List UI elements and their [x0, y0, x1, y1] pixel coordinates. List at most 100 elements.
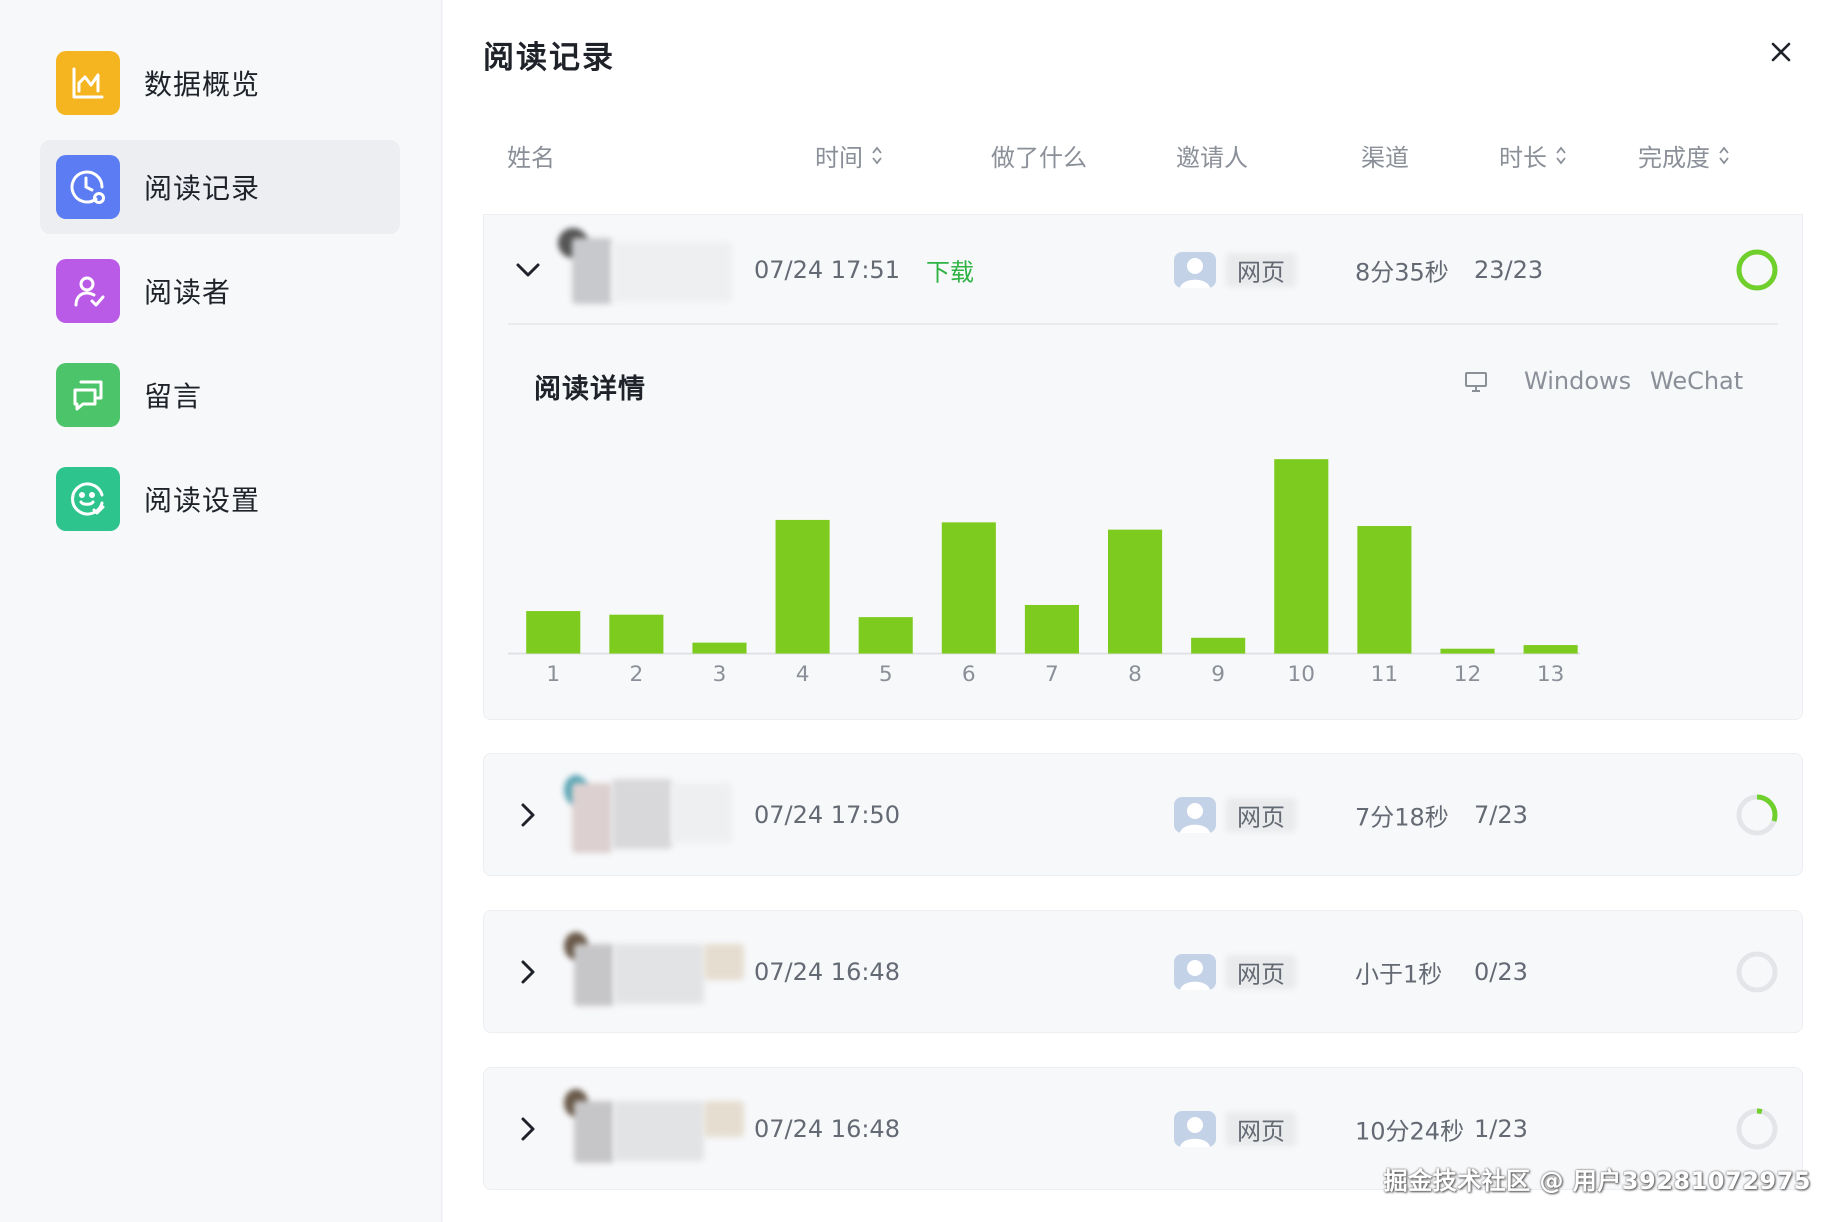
cell-time: 07/24 16:48 [754, 958, 900, 986]
sidebar-item-overview[interactable]: 数据概览 [40, 36, 400, 130]
progress-ring [1736, 249, 1778, 291]
close-icon [1771, 42, 1791, 62]
smile-icon [56, 467, 120, 531]
cell-channel: 网页 [1237, 1117, 1285, 1146]
cell-channel: 网页 [1237, 960, 1285, 989]
cell-completion: 7/23 [1474, 801, 1528, 829]
avatar [544, 1087, 744, 1171]
sidebar-item-label: 留言 [144, 380, 203, 413]
column-header-duration[interactable]: 时长 [1499, 138, 1567, 173]
inviter-avatar-icon [1174, 252, 1216, 288]
row-divider [508, 323, 1778, 325]
sort-icon[interactable] [1555, 146, 1567, 165]
device-os: Windows [1524, 367, 1632, 395]
column-header-action: 做了什么 [991, 144, 1087, 172]
x-tick-label: 10 [1288, 662, 1316, 687]
chart-bar [1191, 637, 1246, 654]
x-tick-label: 11 [1371, 662, 1399, 687]
cell-completion: 0/23 [1474, 958, 1528, 986]
sidebar-item-messages[interactable]: 留言 [40, 348, 400, 442]
x-tick-label: 2 [629, 662, 643, 687]
sort-icon[interactable] [1718, 146, 1730, 165]
x-tick-label: 7 [1045, 662, 1059, 687]
chart-bar [941, 522, 996, 654]
cell-channel: 网页 [1237, 258, 1285, 287]
table-row-summary: 07/24 16:48 网页 小于1秒 0/23 [484, 917, 1802, 1027]
reading-records-panel: 阅读记录 姓名 时间 做了什么 邀请人 渠道 时长 完成度 07/24 17:5… [443, 0, 1829, 1222]
x-tick-label: 9 [1211, 662, 1225, 687]
clock-icon [56, 155, 120, 219]
message-icon [56, 363, 120, 427]
column-header-channel: 渠道 [1361, 144, 1409, 172]
cell-action: 下载 [926, 258, 974, 287]
sidebar-item-label: 数据概览 [144, 68, 261, 101]
chart-icon [56, 51, 120, 115]
avatar [544, 228, 744, 312]
sidebar-item-reading-settings[interactable]: 阅读设置 [40, 452, 400, 546]
column-header-time[interactable]: 时间 [815, 138, 883, 173]
progress-ring [1736, 1108, 1778, 1150]
cell-duration: 8分35秒 [1355, 258, 1449, 287]
chart-bar [1274, 459, 1329, 654]
x-tick-label: 8 [1128, 662, 1142, 687]
sidebar-item-label: 阅读者 [144, 276, 232, 309]
chevron-right-icon[interactable] [514, 801, 542, 829]
chart-bar [775, 519, 830, 654]
chart-bar [1357, 525, 1412, 654]
column-header-inviter: 邀请人 [1176, 144, 1248, 172]
column-header-completion[interactable]: 完成度 [1638, 138, 1730, 173]
cell-duration: 7分18秒 [1355, 803, 1449, 832]
chevron-right-icon[interactable] [514, 958, 542, 986]
x-tick-label: 13 [1537, 662, 1565, 687]
page-title: 阅读记录 [483, 40, 615, 76]
cell-duration: 10分24秒 [1355, 1117, 1465, 1146]
avatar [544, 773, 744, 857]
progress-track [1736, 1108, 1778, 1150]
chart-bar [609, 614, 664, 654]
sidebar-item-readers[interactable]: 阅读者 [40, 244, 400, 338]
progress-ring [1736, 951, 1778, 993]
avatar [544, 930, 744, 1014]
column-header-name: 姓名 [507, 144, 555, 172]
table-row-summary[interactable]: 07/24 17:51 下载 网页 8分35秒 23/23 [484, 215, 1802, 325]
monitor-icon [1464, 371, 1488, 399]
reader-icon [56, 259, 120, 323]
table-row[interactable]: 07/24 16:48 网页 小于1秒 0/23 [483, 910, 1803, 1033]
x-tick-label: 4 [796, 662, 810, 687]
chart-bar [1108, 529, 1163, 654]
sidebar-item-reading-records[interactable]: 阅读记录 [40, 140, 400, 234]
chart-bar [1440, 648, 1495, 654]
watermark: 掘金技术社区 @ 用户39281072975 [1383, 1167, 1811, 1195]
chart-bar [858, 617, 913, 654]
device-app: WeChat [1650, 367, 1744, 395]
sidebar: 数据概览 阅读记录 阅读者 留言 阅读设置 [0, 0, 442, 1222]
chart-bar [1024, 604, 1079, 654]
cell-channel: 网页 [1237, 803, 1285, 832]
progress-ring [1736, 794, 1778, 836]
table-row[interactable]: 07/24 17:50 网页 7分18秒 7/23 [483, 753, 1803, 876]
table-row-summary: 07/24 17:50 网页 7分18秒 7/23 [484, 760, 1802, 870]
chart-bar [692, 642, 747, 654]
table-row: 07/24 17:51 下载 网页 8分35秒 23/23 阅读详情 Windo… [483, 214, 1803, 720]
close-button[interactable] [1761, 32, 1801, 72]
x-tick-label: 1 [546, 662, 560, 687]
chart-bar [1523, 645, 1578, 654]
sort-icon[interactable] [871, 146, 883, 165]
cell-completion: 23/23 [1474, 256, 1544, 284]
sidebar-item-label: 阅读记录 [144, 172, 261, 205]
cell-time: 07/24 17:51 [754, 256, 900, 284]
progress-fill [1736, 249, 1778, 291]
cell-time: 07/24 17:50 [754, 801, 900, 829]
chevron-right-icon[interactable] [514, 1115, 542, 1143]
cell-completion: 1/23 [1474, 1115, 1528, 1143]
progress-track [1736, 951, 1778, 993]
x-tick-label: 3 [713, 662, 727, 687]
cell-time: 07/24 16:48 [754, 1115, 900, 1143]
chevron-down-icon[interactable] [514, 256, 542, 284]
cell-duration: 小于1秒 [1355, 960, 1443, 989]
reading-detail-chart: 1 2 3 4 5 6 7 8 9 10 11 12 13 [508, 459, 1581, 687]
chart-bar [526, 611, 581, 654]
inviter-avatar-icon [1174, 954, 1216, 990]
sidebar-item-label: 阅读设置 [144, 484, 261, 517]
inviter-avatar-icon [1174, 1111, 1216, 1147]
